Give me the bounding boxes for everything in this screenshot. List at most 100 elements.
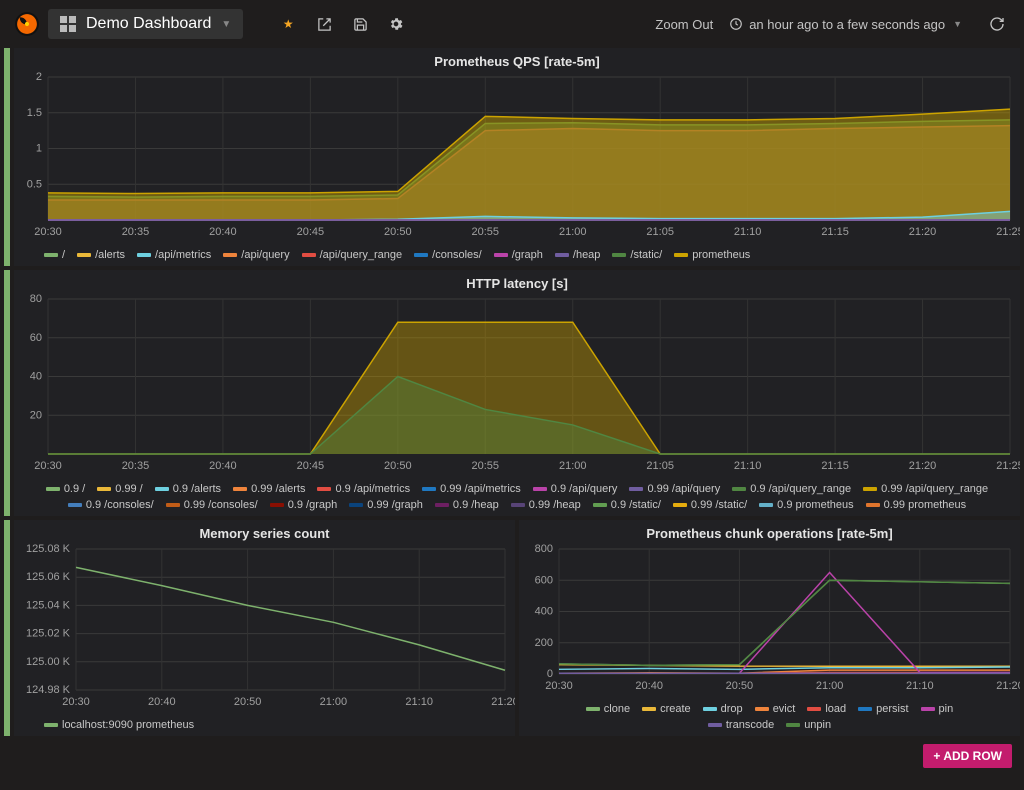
svg-text:21:00: 21:00 [559,460,587,472]
svg-text:21:05: 21:05 [646,226,674,238]
memory-chart[interactable]: 124.98 K125.00 K125.02 K125.04 K125.06 K… [14,543,515,713]
svg-text:125.02 K: 125.02 K [26,628,71,640]
svg-text:800: 800 [535,543,553,555]
svg-text:1: 1 [36,143,42,155]
legend-item[interactable]: 0.99 /api/query_range [863,483,988,495]
legend-item[interactable]: evict [755,703,796,715]
legend-item[interactable]: clone [586,703,630,715]
panel-latency[interactable]: HTTP latency [s] 2040608020:3020:3520:40… [14,270,1020,516]
legend-item[interactable]: 0.99 / [97,483,143,495]
panel-chunks[interactable]: Prometheus chunk operations [rate-5m] 02… [519,520,1020,736]
caret-down-icon: ▼ [221,19,231,30]
refresh-icon[interactable] [982,9,1012,39]
clock-icon [729,17,743,31]
save-icon[interactable] [345,9,375,39]
legend-item[interactable]: unpin [786,719,831,731]
legend-item[interactable]: 0.99 /heap [511,499,581,511]
legend-item[interactable]: create [642,703,691,715]
svg-text:20:40: 20:40 [209,460,237,472]
chunks-chart[interactable]: 020040060080020:3020:4020:5021:0021:1021… [519,543,1020,697]
star-icon[interactable]: ★ [273,9,303,39]
legend-item[interactable]: /consoles/ [414,249,482,261]
legend-item[interactable]: 0.99 /consoles/ [166,499,258,511]
svg-text:21:20: 21:20 [491,696,515,708]
svg-text:21:10: 21:10 [405,696,433,708]
legend-item[interactable]: /api/query [223,249,289,261]
legend-item[interactable]: load [807,703,846,715]
row-handle[interactable] [4,48,10,266]
svg-text:20:30: 20:30 [62,696,90,708]
legend-item[interactable]: /api/metrics [137,249,211,261]
svg-text:0.5: 0.5 [27,178,42,190]
svg-text:20:35: 20:35 [122,226,150,238]
svg-text:200: 200 [535,637,553,649]
qps-chart[interactable]: 0.511.5220:3020:3520:4020:4520:5020:5521… [14,71,1020,243]
legend-item[interactable]: persist [858,703,908,715]
legend-item[interactable]: 0.9 prometheus [759,499,853,511]
legend-item[interactable]: 0.9 /alerts [155,483,221,495]
legend-item[interactable]: 0.9 /api/metrics [317,483,410,495]
legend-item[interactable]: 0.9 /graph [270,499,338,511]
svg-text:125.04 K: 125.04 K [26,599,71,611]
grafana-logo[interactable] [12,9,42,39]
svg-text:80: 80 [30,293,42,305]
row-3: Memory series count 124.98 K125.00 K125.… [4,520,1020,736]
legend-item[interactable]: 0.99 /alerts [233,483,305,495]
row-handle[interactable] [4,270,10,516]
legend-item[interactable]: /alerts [77,249,125,261]
settings-icon[interactable] [381,9,411,39]
legend-item[interactable]: pin [921,703,954,715]
svg-text:20:40: 20:40 [209,226,237,238]
legend-item[interactable]: 0.99 prometheus [866,499,967,511]
svg-text:21:20: 21:20 [909,460,937,472]
svg-text:21:10: 21:10 [734,460,762,472]
add-row-button[interactable]: ADD ROW [923,744,1012,768]
legend-item[interactable]: /static/ [612,249,662,261]
legend-item[interactable]: 0.9 /consoles/ [68,499,154,511]
grid-icon [60,16,76,32]
row-1: Prometheus QPS [rate-5m] 0.511.5220:3020… [4,48,1020,266]
dashboard-picker[interactable]: Demo Dashboard ▼ [48,9,243,39]
legend-item[interactable]: drop [703,703,743,715]
time-range-picker[interactable]: an hour ago to a few seconds ago ▼ [729,17,962,32]
svg-text:20:45: 20:45 [297,226,325,238]
legend-item[interactable]: prometheus [674,249,750,261]
legend-item[interactable]: 0.9 / [46,483,85,495]
panel-memory[interactable]: Memory series count 124.98 K125.00 K125.… [14,520,515,736]
svg-text:125.08 K: 125.08 K [26,543,71,555]
svg-text:21:20: 21:20 [909,226,937,238]
legend-item[interactable]: 0.9 /api/query_range [732,483,851,495]
latency-chart[interactable]: 2040608020:3020:3520:4020:4520:5020:5521… [14,293,1020,477]
latency-legend: 0.9 / 0.99 / 0.9 /alerts 0.99 /alerts 0.9 /a… [14,477,1020,516]
legend-item[interactable]: 0.9 /static/ [593,499,661,511]
svg-text:125.00 K: 125.00 K [26,656,71,668]
svg-text:20:45: 20:45 [297,460,325,472]
panel-title: Prometheus chunk operations [rate-5m] [519,520,1020,543]
svg-text:20:55: 20:55 [472,226,500,238]
row-handle[interactable] [4,520,10,736]
legend-item[interactable]: 0.99 /api/metrics [422,483,521,495]
legend-item[interactable]: /graph [494,249,543,261]
svg-text:40: 40 [30,371,42,383]
legend-item[interactable]: /api/query_range [302,249,403,261]
legend-item[interactable]: /heap [555,249,601,261]
legend-item[interactable]: transcode [708,719,774,731]
legend-item[interactable]: 0.99 /static/ [673,499,747,511]
svg-text:1.5: 1.5 [27,107,42,119]
legend-item[interactable]: / [44,249,65,261]
svg-text:21:15: 21:15 [821,460,849,472]
panel-qps[interactable]: Prometheus QPS [rate-5m] 0.511.5220:3020… [14,48,1020,266]
svg-text:21:20: 21:20 [996,680,1020,692]
legend-item[interactable]: 0.99 /api/query [629,483,720,495]
svg-text:20:50: 20:50 [384,226,412,238]
svg-text:21:25: 21:25 [996,460,1020,472]
legend-item[interactable]: 0.99 /graph [349,499,423,511]
svg-text:125.06 K: 125.06 K [26,571,71,583]
legend-item[interactable]: localhost:9090 prometheus [44,719,194,731]
legend-item[interactable]: 0.9 /api/query [533,483,618,495]
share-icon[interactable] [309,9,339,39]
zoom-out-button[interactable]: Zoom Out [655,17,713,32]
svg-text:20:50: 20:50 [726,680,754,692]
legend-item[interactable]: 0.9 /heap [435,499,499,511]
svg-text:20:30: 20:30 [34,460,62,472]
